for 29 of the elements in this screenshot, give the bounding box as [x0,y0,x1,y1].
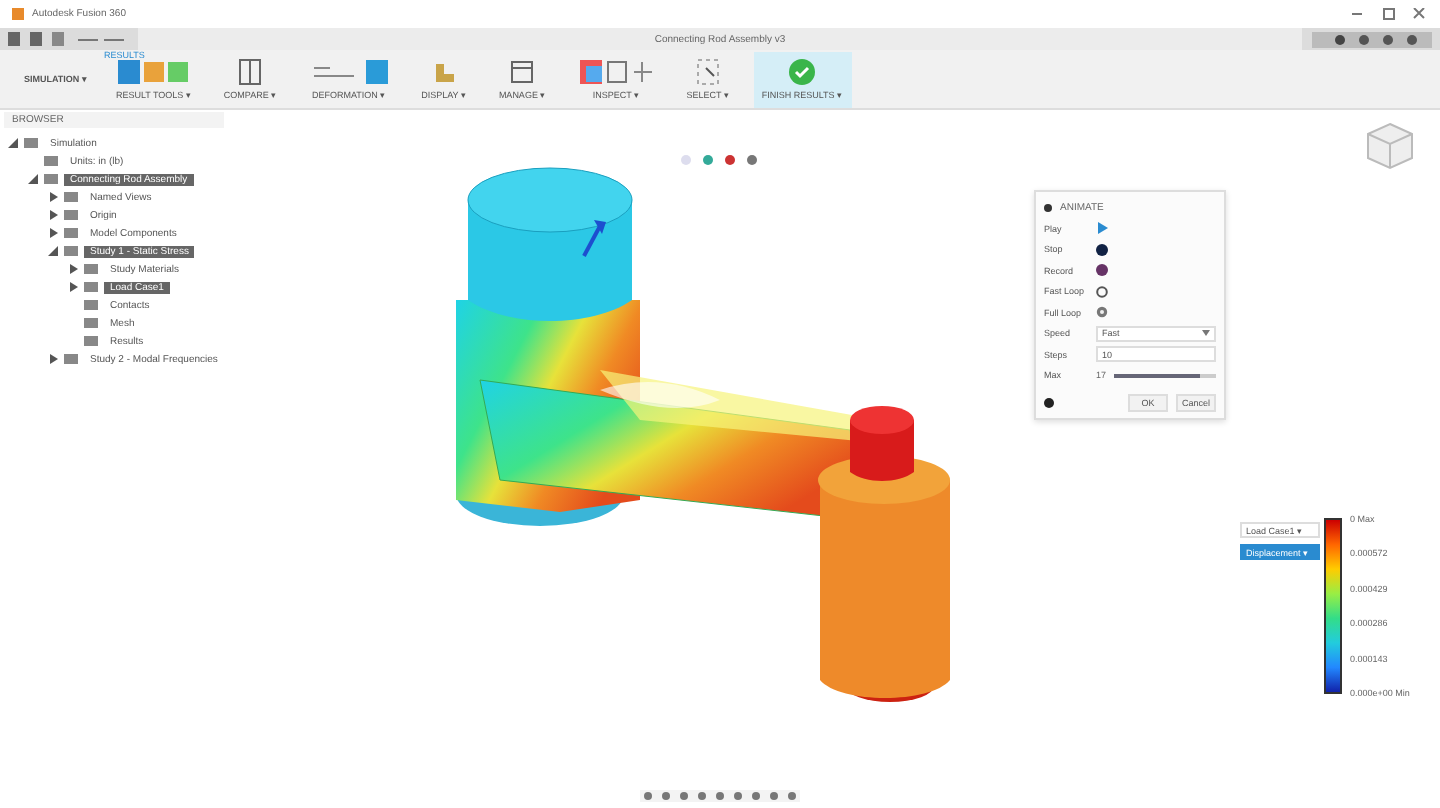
collapsed-arrow-icon[interactable] [48,354,58,364]
collapsed-arrow-icon[interactable] [48,210,58,220]
quick-access-icon[interactable] [8,32,128,46]
manage-icon [510,58,535,86]
results-icon [115,58,192,86]
stop-icon [1096,243,1108,256]
expanded-arrow-icon[interactable] [28,174,38,184]
record-icon [1096,264,1108,277]
collapsed-arrow-icon[interactable] [48,228,58,238]
collapse-icon[interactable] [1044,203,1052,212]
app-icon [12,8,24,20]
collapsed-arrow-icon[interactable] [68,264,78,274]
collapsed-arrow-icon[interactable] [48,192,58,202]
display-icon [432,58,457,86]
play-icon [1096,222,1108,235]
expanded-arrow-icon[interactable] [48,246,58,256]
info-icon[interactable] [1044,397,1054,408]
inspect-icon [578,58,655,86]
account-icon[interactable] [1312,31,1432,47]
select-icon [696,58,721,86]
expanded-arrow-icon[interactable] [8,138,18,148]
window-controls-icon[interactable] [1348,8,1428,20]
window-icon [238,58,263,86]
collapsed-arrow-icon[interactable] [68,282,78,292]
display-settings-icon[interactable] [680,154,760,166]
check-icon [788,58,817,86]
caret-icon [1202,330,1210,337]
navigation-bar-icon[interactable] [640,790,800,802]
loop-icon [1096,285,1108,298]
